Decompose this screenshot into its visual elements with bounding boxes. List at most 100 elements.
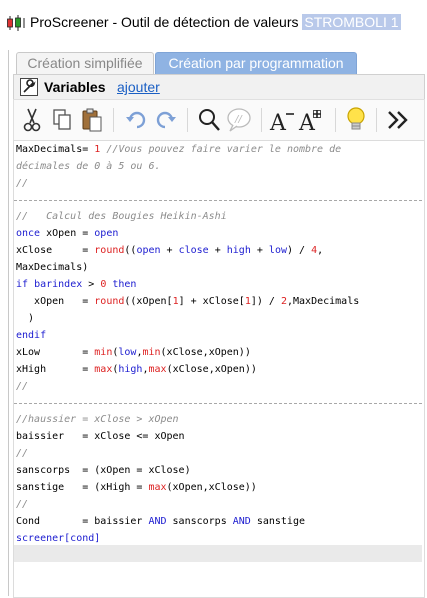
code-comment: //Vous pouvez faire varier le nombre de (100, 144, 342, 155)
paste-icon (82, 108, 102, 132)
code-token: sanstige (250, 516, 305, 527)
code-token: ) / (286, 245, 312, 256)
code-function: round (94, 245, 125, 256)
code-keyword: open (94, 228, 119, 239)
code-line-15: // (16, 381, 29, 392)
code-token: sanscorps (166, 516, 233, 527)
code-line-17: //haussier = xClose > xOpen (16, 414, 179, 425)
code-separator (14, 200, 422, 201)
code-line-2: décimales de 0 à 5 ou 6. (16, 161, 161, 172)
code-line-13: xLow = min(low,min(xClose,xOpen)) (16, 344, 422, 361)
code-function: max (94, 364, 113, 375)
search-button[interactable] (195, 104, 223, 136)
code-token: + (208, 245, 227, 256)
code-function: max (148, 482, 167, 493)
code-keyword: high (118, 364, 143, 375)
code-line-3: // (16, 178, 29, 189)
comment-icon: // (227, 108, 251, 132)
increase-font-button[interactable]: A (298, 104, 326, 136)
code-token: ,MaxDecimals (287, 296, 360, 307)
decrease-font-icon: A (269, 111, 294, 136)
code-line-10: xOpen = round((xOpen[1] + xClose[1]) / 2… (16, 293, 422, 310)
code-token: sanstige = (xHigh = (16, 482, 149, 493)
tab-creation-programmation[interactable]: Création par programmation (155, 52, 357, 74)
svg-text:A: A (269, 111, 287, 134)
code-token: + (160, 245, 179, 256)
code-line-11: ) (16, 313, 35, 324)
increase-font-icon: A (298, 110, 321, 136)
redo-button[interactable] (152, 104, 180, 136)
code-token: (xClose,xOpen)) (166, 364, 257, 375)
code-line-14: xHigh = max(high,max(xClose,xOpen)) (16, 361, 422, 378)
code-line-18: baissier = xClose <= xOpen (16, 431, 185, 442)
decrease-font-button[interactable]: A (268, 104, 296, 136)
cut-button[interactable] (18, 104, 46, 136)
search-icon (199, 109, 220, 131)
code-keyword: low (118, 347, 137, 358)
code-token: ] + xClose[ (178, 296, 245, 307)
help-button[interactable] (342, 104, 370, 136)
cut-icon (23, 108, 41, 132)
code-line-9: if barindex > 0 then (16, 276, 422, 293)
code-line-21: sanstige = (xHigh = max(xOpen,xClose)) (16, 479, 422, 496)
variables-label: Variables (44, 79, 106, 95)
expand-icon (388, 111, 408, 129)
code-token: MaxDecimals= (16, 144, 95, 155)
comment-button[interactable]: // (225, 104, 253, 136)
code-line-20: sanscorps = (xOpen = xClose) (16, 465, 191, 476)
code-function: min (142, 347, 161, 358)
code-line-6: once xOpen = open (16, 225, 422, 242)
code-token: (xOpen,xClose)) (166, 482, 257, 493)
code-line-5: // Calcul des Bougies Heikin-Ashi (16, 211, 227, 222)
code-token: ((xOpen[ (124, 296, 173, 307)
code-line-22: // (16, 499, 29, 510)
code-token: (( (124, 245, 137, 256)
code-line-1: MaxDecimals= 1 //Vous pouvez faire varie… (16, 141, 422, 158)
window-title-text: ProScreener - Outil de détection de vale… (30, 14, 299, 30)
code-token: , (317, 245, 324, 256)
code-keyword: high (226, 245, 251, 256)
code-keyword: then (112, 279, 137, 290)
code-token: > (82, 279, 101, 290)
code-keyword: barindex (34, 279, 83, 290)
code-editor[interactable]: MaxDecimals= 1 //Vous pouvez faire varie… (13, 140, 425, 598)
candlestick-app-icon (7, 15, 25, 31)
editor-toolbar: // A A (13, 99, 425, 141)
paste-button[interactable] (78, 104, 106, 136)
tab-creation-simplifiee[interactable]: Création simplifiée (16, 52, 154, 74)
copy-button[interactable] (48, 104, 76, 136)
redo-icon (156, 111, 176, 129)
code-token: xHigh = (16, 364, 95, 375)
code-keyword: open (136, 245, 161, 256)
code-token: xLow = (16, 347, 95, 358)
code-function: round (94, 296, 125, 307)
add-variable-link[interactable]: ajouter (117, 79, 160, 95)
expand-button[interactable] (384, 104, 412, 136)
code-token: (xClose,xOpen)) (160, 347, 251, 358)
variables-bar: Variables ajouter (13, 74, 425, 100)
window-titlebar: ProScreener - Outil de détection de vale… (0, 0, 427, 40)
code-function: min (94, 347, 113, 358)
window-title: ProScreener - Outil de détection de vale… (30, 14, 401, 30)
code-token: Cond = baissier (16, 516, 149, 527)
undo-button[interactable] (122, 104, 150, 136)
window-title-highlight: STROMBOLI 1 (302, 14, 401, 30)
code-keyword: low (268, 245, 287, 256)
code-line-23: Cond = baissier AND sanscorps AND sansti… (16, 513, 422, 530)
code-token: xClose = (16, 245, 95, 256)
code-separator (14, 403, 422, 404)
code-keyword: AND (148, 516, 167, 527)
code-function: max (148, 364, 167, 375)
code-line-7: xClose = round((open + close + high + lo… (16, 242, 422, 259)
undo-icon (126, 111, 146, 129)
wrench-icon (20, 78, 38, 96)
code-token: ]) / (250, 296, 281, 307)
code-line-12: endif (16, 330, 47, 341)
code-keyword: once (16, 228, 41, 239)
code-line-19: // (16, 448, 29, 459)
code-keyword: if (16, 279, 29, 290)
code-line-8: MaxDecimals) (16, 262, 89, 273)
code-keyword: AND (232, 516, 251, 527)
lightbulb-icon (347, 107, 365, 130)
current-line-highlight (14, 545, 422, 562)
